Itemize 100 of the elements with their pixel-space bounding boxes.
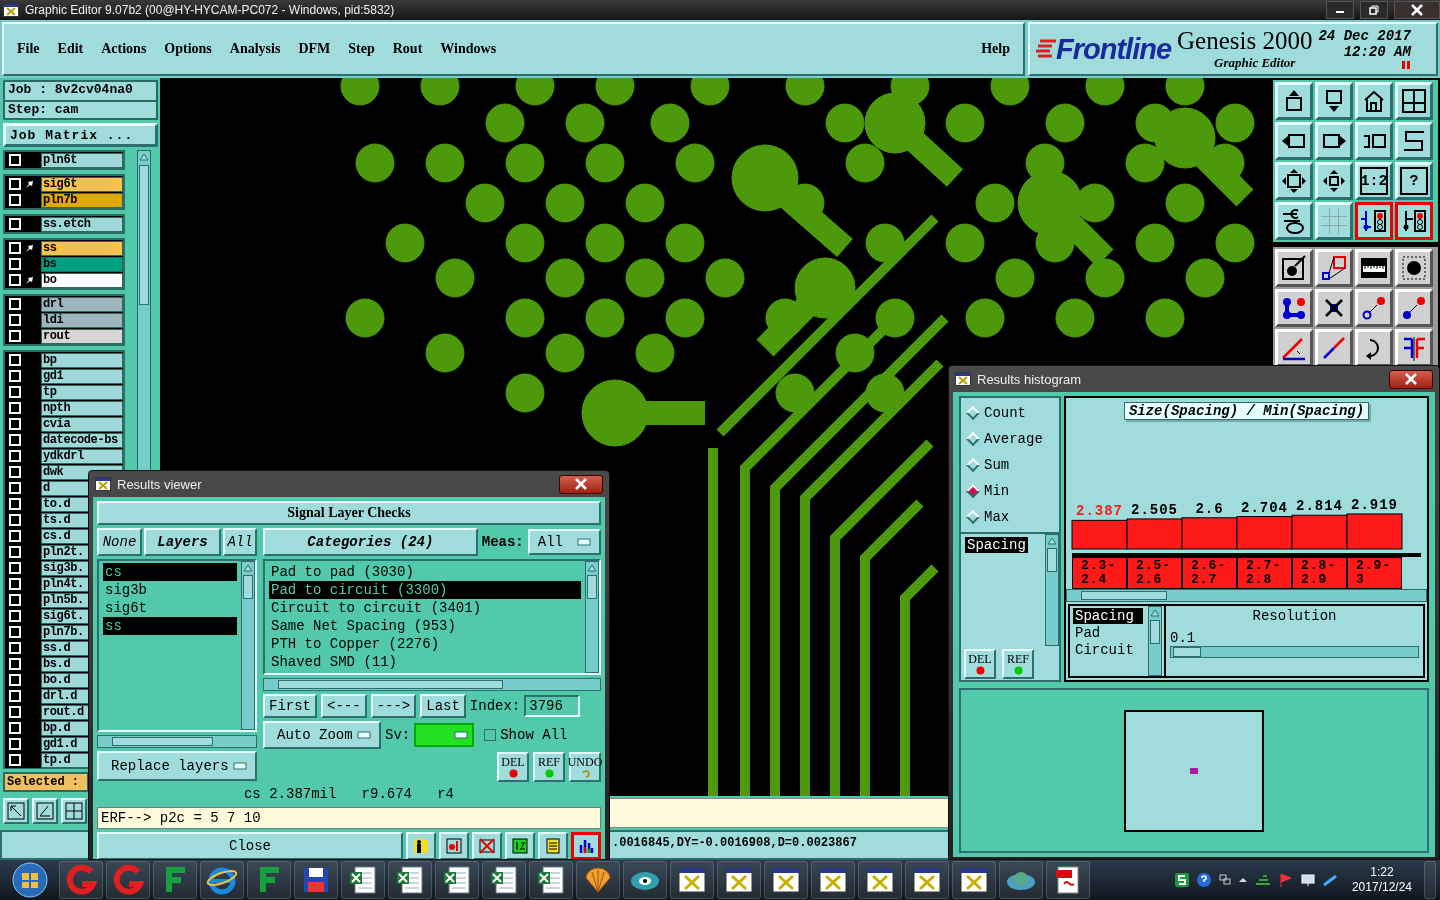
minimize-button[interactable] [1326, 1, 1354, 19]
layer-checkbox[interactable] [9, 674, 21, 687]
scrollbar[interactable] [263, 678, 601, 691]
scroll-up-arrow-icon[interactable] [139, 153, 149, 162]
show-all-checkbox[interactable] [484, 729, 497, 741]
taskbar-button[interactable] [905, 861, 949, 899]
statistic-radio[interactable]: Average [965, 431, 1055, 447]
next-button[interactable]: ---> [370, 694, 417, 718]
category-list-item[interactable]: Pad to pad (3030) [269, 563, 581, 581]
layer-name[interactable]: gd1 [41, 368, 123, 384]
layer-checkbox[interactable] [9, 722, 21, 735]
layers-button[interactable]: Layers [144, 528, 221, 556]
group-list-item[interactable]: Spacing [1073, 608, 1143, 624]
menu-item[interactable]: File [16, 39, 41, 59]
tool-button[interactable]: ? [1395, 162, 1433, 201]
close-button[interactable]: Close [97, 832, 403, 859]
taskbar-button[interactable] [529, 861, 573, 899]
scroll-up-arrow-icon[interactable] [587, 564, 597, 572]
layer-checkbox[interactable] [9, 498, 21, 511]
statistic-radio[interactable]: Count [965, 405, 1055, 421]
taskbar-button[interactable] [670, 861, 714, 899]
layer-checkbox[interactable] [9, 610, 21, 623]
layer-name[interactable]: drl [41, 296, 123, 312]
menu-item[interactable]: DFM [297, 39, 332, 59]
menu-item[interactable]: Options [163, 39, 213, 59]
layer-checkbox[interactable] [9, 258, 21, 271]
taskbar-button[interactable] [482, 861, 526, 899]
layer-checkbox[interactable] [9, 738, 21, 751]
layer-checkbox[interactable] [9, 418, 21, 431]
layer-checkbox[interactable] [9, 298, 21, 311]
layer-checkbox[interactable] [9, 594, 21, 607]
layer-name[interactable]: pln7b [41, 192, 123, 208]
replace-layers-dropdown[interactable]: Replace layers [97, 751, 257, 781]
help-menu[interactable]: Help [980, 39, 1011, 59]
layer-checkbox[interactable] [9, 514, 21, 527]
layer-name[interactable]: cvia [41, 416, 123, 432]
group-list-item[interactable]: Pad [1073, 625, 1143, 641]
layer-checkbox[interactable] [9, 482, 21, 495]
layer-checkbox[interactable] [9, 450, 21, 463]
scroll-thumb[interactable] [112, 737, 213, 746]
taskbar-button[interactable] [200, 861, 244, 899]
scroll-thumb[interactable] [1150, 620, 1160, 644]
layer-checkbox[interactable] [9, 194, 21, 207]
scrollbar[interactable] [1045, 534, 1059, 646]
layer-checkbox[interactable] [9, 658, 21, 671]
layer-checkbox[interactable] [9, 274, 21, 287]
category-list-item[interactable]: Same Net Spacing (953) [269, 617, 581, 635]
taskbar-button[interactable] [764, 861, 808, 899]
menu-item[interactable]: Step [347, 39, 376, 59]
layer-checkbox[interactable] [9, 754, 21, 767]
menu-item[interactable]: Analysis [228, 39, 282, 59]
measure-list-item[interactable]: Spacing [965, 537, 1028, 553]
severity-color-dropdown[interactable] [414, 723, 475, 747]
scroll-thumb[interactable] [1047, 548, 1057, 572]
group-list-item[interactable]: Circuit [1073, 642, 1143, 658]
scrollbar[interactable] [97, 735, 257, 748]
tool-button[interactable]: 1:2 [1355, 162, 1393, 201]
last-button[interactable]: Last [420, 694, 466, 718]
statistic-radio[interactable]: Sum [965, 457, 1055, 473]
layer-checkbox[interactable] [9, 546, 21, 559]
taskbar-button[interactable] [1046, 861, 1090, 899]
taskbar-button[interactable] [576, 861, 620, 899]
layer-checkbox[interactable] [9, 314, 21, 327]
layer-name[interactable]: npth [41, 400, 123, 416]
taskbar-button[interactable] [811, 861, 855, 899]
previous-button[interactable]: <--- [321, 694, 367, 718]
restore-button[interactable] [1360, 1, 1388, 19]
layer-checkbox[interactable] [9, 242, 21, 255]
layer-name[interactable]: rout [41, 328, 123, 344]
index-field[interactable]: 3796 [524, 695, 581, 717]
taskbar-button[interactable] [388, 861, 432, 899]
undo-button[interactable]: UNDO [569, 752, 601, 782]
menu-item[interactable]: Rout [391, 39, 424, 59]
zoom-mode-dropdown[interactable]: Auto Zoom [263, 721, 381, 749]
layer-checkbox[interactable] [9, 578, 21, 591]
taskbar-button[interactable] [623, 861, 667, 899]
tool-button[interactable] [571, 832, 601, 859]
taskbar-button[interactable] [341, 861, 385, 899]
scroll-thumb[interactable] [587, 575, 597, 599]
layer-name[interactable]: ss.etch [41, 216, 123, 232]
scroll-thumb[interactable] [139, 165, 149, 306]
reference-button[interactable]: REF [1002, 649, 1034, 679]
close-button[interactable] [1394, 1, 1440, 19]
layer-checkbox[interactable] [9, 706, 21, 719]
close-button[interactable] [1389, 369, 1433, 389]
close-button[interactable] [559, 474, 603, 494]
layer-name[interactable]: bo [41, 272, 123, 288]
tool-button[interactable] [1355, 202, 1393, 241]
slider-thumb[interactable] [1173, 647, 1201, 657]
layer-name[interactable]: sig6t [41, 176, 123, 192]
taskbar-button[interactable] [717, 861, 761, 899]
layer-checkbox[interactable] [9, 626, 21, 639]
first-button[interactable]: First [263, 694, 317, 718]
layer-checkbox[interactable] [9, 434, 21, 447]
scrollbar[interactable] [1066, 589, 1427, 602]
scroll-up-arrow-icon[interactable] [243, 564, 253, 572]
scrollbar[interactable] [241, 561, 255, 730]
statistic-radio[interactable]: Min [965, 483, 1055, 499]
scroll-up-arrow-icon[interactable] [1047, 537, 1057, 545]
tool-button[interactable] [1395, 202, 1433, 241]
